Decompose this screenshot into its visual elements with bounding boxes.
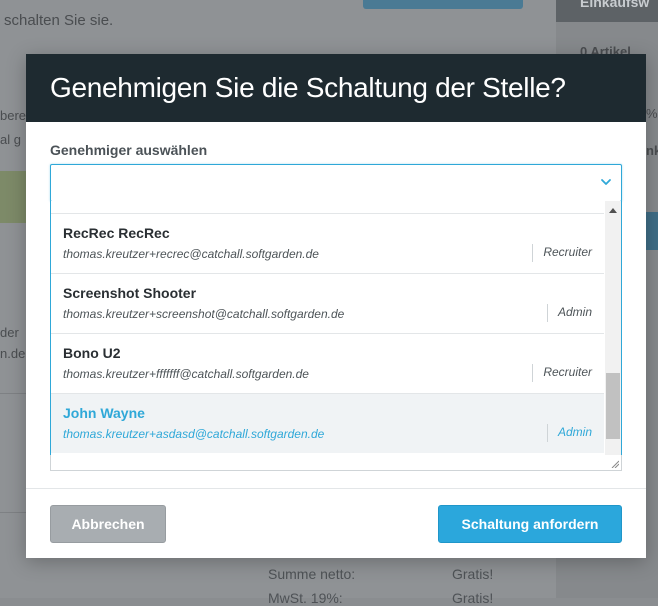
dropdown-scrollbar[interactable]: [605, 201, 621, 455]
option-name: Screenshot Shooter: [63, 285, 197, 301]
background-cart-title: Einkaufsw: [580, 0, 650, 10]
approver-option[interactable]: Screenshot Shooter thomas.kreutzer+scree…: [51, 273, 604, 333]
background-tax-label: MwSt. 19%:: [268, 590, 343, 606]
scrollbar-thumb[interactable]: [606, 373, 620, 439]
background-cart-header: Einkaufsw: [556, 0, 658, 22]
approver-option[interactable]: RecRec RecRec thomas.kreutzer+recrec@cat…: [51, 213, 604, 273]
option-name: RecRec RecRec: [63, 225, 170, 241]
option-role: Recruiter: [532, 244, 592, 262]
option-name: Bono U2: [63, 345, 121, 361]
resize-grip-icon[interactable]: [611, 460, 619, 468]
background-blue-button: [644, 212, 658, 250]
comment-textarea[interactable]: [50, 455, 622, 471]
option-email: thomas.kreutzer+asdasd@catchall.softgard…: [63, 427, 325, 441]
option-name: John Wayne: [63, 405, 145, 421]
background-fragment: bere: [0, 108, 27, 123]
background-tax-value: Gratis!: [452, 590, 494, 606]
option-email: thomas.kreutzer+screenshot@catchall.soft…: [63, 307, 345, 321]
background-green-block: [0, 171, 26, 223]
approver-options: RecRec RecRec thomas.kreutzer+recrec@cat…: [51, 213, 604, 453]
dialog-footer-divider: [26, 488, 646, 489]
background-intro-text: schalten Sie sie.: [4, 12, 114, 29]
chevron-down-icon[interactable]: [599, 175, 613, 189]
option-role: Admin: [546, 304, 592, 322]
approver-option-selected[interactable]: John Wayne thomas.kreutzer+asdasd@catcha…: [51, 393, 604, 453]
background-top-button: [363, 0, 523, 9]
scroll-up-arrow-icon[interactable]: [609, 208, 617, 213]
approver-dropdown-list: RecRec RecRec thomas.kreutzer+recrec@cat…: [50, 201, 622, 456]
approver-select[interactable]: [50, 164, 622, 202]
approver-option[interactable]: Bono U2 thomas.kreutzer+fffffff@catchall…: [51, 333, 604, 393]
background-fragment: der: [0, 325, 19, 340]
option-email: thomas.kreutzer+fffffff@catchall.softgar…: [63, 367, 309, 381]
cancel-button[interactable]: Abbrechen: [50, 505, 166, 543]
dialog-title: Genehmigen Sie die Schaltung der Stelle?: [50, 72, 566, 103]
background-cart-fragment: nk: [646, 143, 658, 158]
background-summary-value: Gratis!: [452, 566, 494, 582]
request-publication-button[interactable]: Schaltung anfordern: [438, 505, 622, 543]
approver-field-label: Genehmiger auswählen: [50, 142, 208, 158]
background-fragment: n.de: [0, 346, 26, 361]
option-role: Recruiter: [532, 364, 592, 382]
background-fragment: al g: [0, 132, 21, 147]
background-summary-label: Summe netto:: [268, 566, 356, 582]
background-cart-percent: %:: [646, 106, 658, 121]
option-email: thomas.kreutzer+recrec@catchall.softgard…: [63, 247, 319, 261]
approval-dialog: Genehmigen Sie die Schaltung der Stelle?…: [26, 54, 646, 558]
option-role: Admin: [546, 424, 592, 442]
dialog-header: Genehmigen Sie die Schaltung der Stelle?: [26, 54, 646, 122]
